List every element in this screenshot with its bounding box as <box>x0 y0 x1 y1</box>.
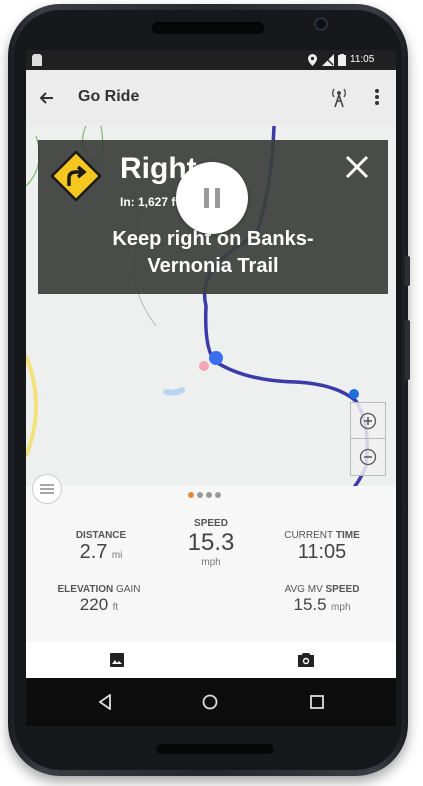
distance-label: DISTANCE <box>75 530 127 541</box>
ride-stats-panel: DISTANCE 2.7 mi SPEED 15.3 mph CURRENT T… <box>26 474 396 642</box>
distance-value: 2.7 <box>79 541 108 563</box>
volume-button <box>405 256 410 286</box>
current-location-marker <box>209 351 223 365</box>
destination-marker <box>349 389 359 399</box>
elevation-value: 220 <box>79 595 109 614</box>
zoom-in-icon <box>359 412 377 429</box>
bottom-toolbar <box>26 642 396 678</box>
zoom-out-icon <box>359 448 377 465</box>
map-highway <box>26 355 38 457</box>
battery-icon <box>338 54 346 66</box>
avg-speed-value: 15.5 <box>293 595 327 614</box>
no-signal-icon <box>322 54 334 66</box>
speed-unit: mph <box>201 557 221 568</box>
layers-button[interactable] <box>32 474 62 504</box>
page-dot-active <box>188 492 194 498</box>
android-nav-bar <box>26 678 396 726</box>
layers-icon <box>40 484 54 494</box>
zoom-controls <box>350 402 386 476</box>
elevation-gain-stat: ELEVATION GAIN 220 ft <box>44 584 154 615</box>
distance-unit: mi <box>111 550 123 561</box>
page-indicator[interactable] <box>188 492 221 498</box>
avg-speed-label-bold: SPEED <box>325 584 360 595</box>
turn-right-sign-icon <box>50 150 102 202</box>
nav-back-icon[interactable] <box>98 694 112 710</box>
current-time-value: 11:05 <box>297 541 347 563</box>
power-button <box>405 320 410 380</box>
bottom-speaker <box>156 744 274 754</box>
nav-home-icon[interactable] <box>202 694 218 710</box>
elevation-unit: ft <box>112 602 119 613</box>
sd-card-icon <box>32 54 42 66</box>
turn-instruction-line-2: Vernonia Trail <box>147 255 279 277</box>
avg-moving-speed-stat: AVG MV SPEED 15.5 mph <box>272 584 372 615</box>
speed-stat: SPEED 15.3 mph <box>166 518 256 568</box>
nav-recents-icon[interactable] <box>310 695 324 709</box>
map-water <box>163 387 185 396</box>
distance-stat: DISTANCE 2.7 mi <box>56 530 146 564</box>
zoom-out-button[interactable] <box>351 438 385 474</box>
page-dot <box>197 492 203 498</box>
pause-icon <box>204 188 220 208</box>
status-bar: 11:05 <box>26 50 396 70</box>
elevation-label-bold: ELEVATION <box>57 584 114 595</box>
close-icon[interactable] <box>344 154 370 180</box>
camera-icon[interactable] <box>298 652 314 667</box>
turn-instruction: Keep right on Banks- Vernonia Trail <box>38 226 388 280</box>
broadcast-antenna-icon[interactable] <box>330 86 348 108</box>
speed-value: 15.3 <box>187 529 235 556</box>
app-bar: Go Ride <box>26 70 396 127</box>
front-camera <box>314 17 328 31</box>
more-vertical-icon[interactable] <box>374 88 380 106</box>
image-icon[interactable] <box>110 653 124 667</box>
page-dot <box>206 492 212 498</box>
screen: 11:05 Go Ride Right In: 1,627 ft Keep ri… <box>26 50 396 678</box>
elevation-label-light: GAIN <box>116 584 141 595</box>
page-dot <box>215 492 221 498</box>
current-time-stat: CURRENT TIME 11:05 <box>272 530 372 564</box>
current-time-label-light: CURRENT <box>284 530 334 541</box>
earpiece-speaker <box>152 22 264 34</box>
avg-speed-unit: mph <box>331 602 351 613</box>
location-pin-icon <box>308 54 317 66</box>
current-time-label-bold: TIME <box>335 530 360 541</box>
zoom-in-button[interactable] <box>351 403 385 438</box>
speed-label: SPEED <box>194 518 228 529</box>
avg-speed-label-light: AVG MV <box>284 584 323 595</box>
page-title: Go Ride <box>78 88 140 105</box>
turn-distance: In: 1,627 ft <box>120 195 180 209</box>
status-time: 11:05 <box>350 54 375 65</box>
start-marker <box>199 361 209 371</box>
arrow-left-icon[interactable] <box>38 90 54 106</box>
pause-button[interactable] <box>176 162 248 234</box>
